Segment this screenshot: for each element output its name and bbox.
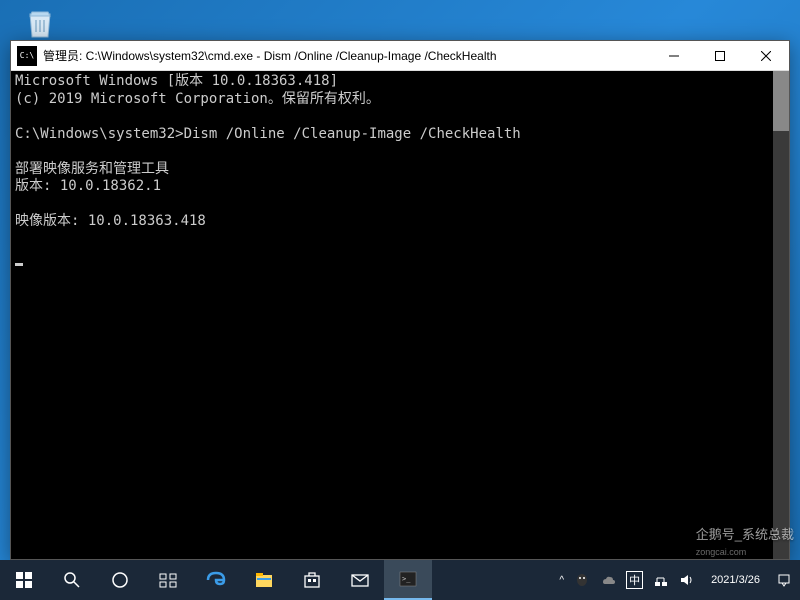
- cmd-window: C:\ 管理员: C:\Windows\system32\cmd.exe - D…: [10, 40, 790, 560]
- volume-icon[interactable]: [679, 572, 695, 588]
- window-title: 管理员: C:\Windows\system32\cmd.exe - Dism …: [43, 47, 651, 64]
- terminal-line: Microsoft Windows [版本 10.0.18363.418]: [15, 73, 338, 89]
- scrollbar-thumb[interactable]: [773, 71, 789, 131]
- network-icon[interactable]: [653, 572, 669, 588]
- tray-chevron-icon[interactable]: ^: [559, 575, 564, 586]
- close-button[interactable]: [743, 41, 789, 71]
- recycle-bin-icon[interactable]: [15, 2, 65, 42]
- terminal-line: 版本: 10.0.18362.1: [15, 178, 161, 194]
- clock-date: 2021/3/26: [711, 574, 760, 586]
- minimize-button[interactable]: [651, 41, 697, 71]
- onedrive-icon[interactable]: [600, 572, 616, 588]
- watermark-text: 企鹅号_系统总裁: [696, 527, 794, 542]
- cmd-taskbar-button[interactable]: >_: [384, 560, 432, 600]
- system-tray: ^ 中 2021/3/26: [551, 571, 800, 589]
- terminal-cursor: [15, 263, 23, 266]
- svg-text:>_: >_: [402, 575, 411, 583]
- terminal-prompt: C:\Windows\system32>: [15, 126, 184, 142]
- cmd-icon: C:\: [17, 46, 37, 66]
- mail-button[interactable]: [336, 560, 384, 600]
- maximize-button[interactable]: [697, 41, 743, 71]
- store-button[interactable]: [288, 560, 336, 600]
- taskbar: >_ ^ 中 2021/3/26: [0, 560, 800, 600]
- clock[interactable]: 2021/3/26: [705, 574, 766, 586]
- terminal-body[interactable]: Microsoft Windows [版本 10.0.18363.418] (c…: [11, 71, 789, 559]
- watermark: 企鹅号_系统总裁 zongcai.com: [696, 524, 794, 558]
- terminal-line: 映像版本: 10.0.18363.418: [15, 213, 206, 229]
- watermark-sub: zongcai.com: [696, 547, 747, 557]
- titlebar[interactable]: C:\ 管理员: C:\Windows\system32\cmd.exe - D…: [11, 41, 789, 71]
- scrollbar[interactable]: [773, 71, 789, 559]
- ime-indicator[interactable]: 中: [626, 571, 643, 589]
- taskview-button[interactable]: [144, 560, 192, 600]
- search-button[interactable]: [48, 560, 96, 600]
- terminal-command: Dism /Online /Cleanup-Image /CheckHealth: [184, 126, 521, 142]
- explorer-button[interactable]: [240, 560, 288, 600]
- edge-button[interactable]: [192, 560, 240, 600]
- window-controls: [651, 41, 789, 71]
- notifications-icon[interactable]: [776, 572, 792, 588]
- qq-icon[interactable]: [574, 572, 590, 588]
- start-button[interactable]: [0, 560, 48, 600]
- terminal-line: 部署映像服务和管理工具: [15, 161, 169, 177]
- terminal-line: (c) 2019 Microsoft Corporation。保留所有权利。: [15, 91, 380, 107]
- cortana-button[interactable]: [96, 560, 144, 600]
